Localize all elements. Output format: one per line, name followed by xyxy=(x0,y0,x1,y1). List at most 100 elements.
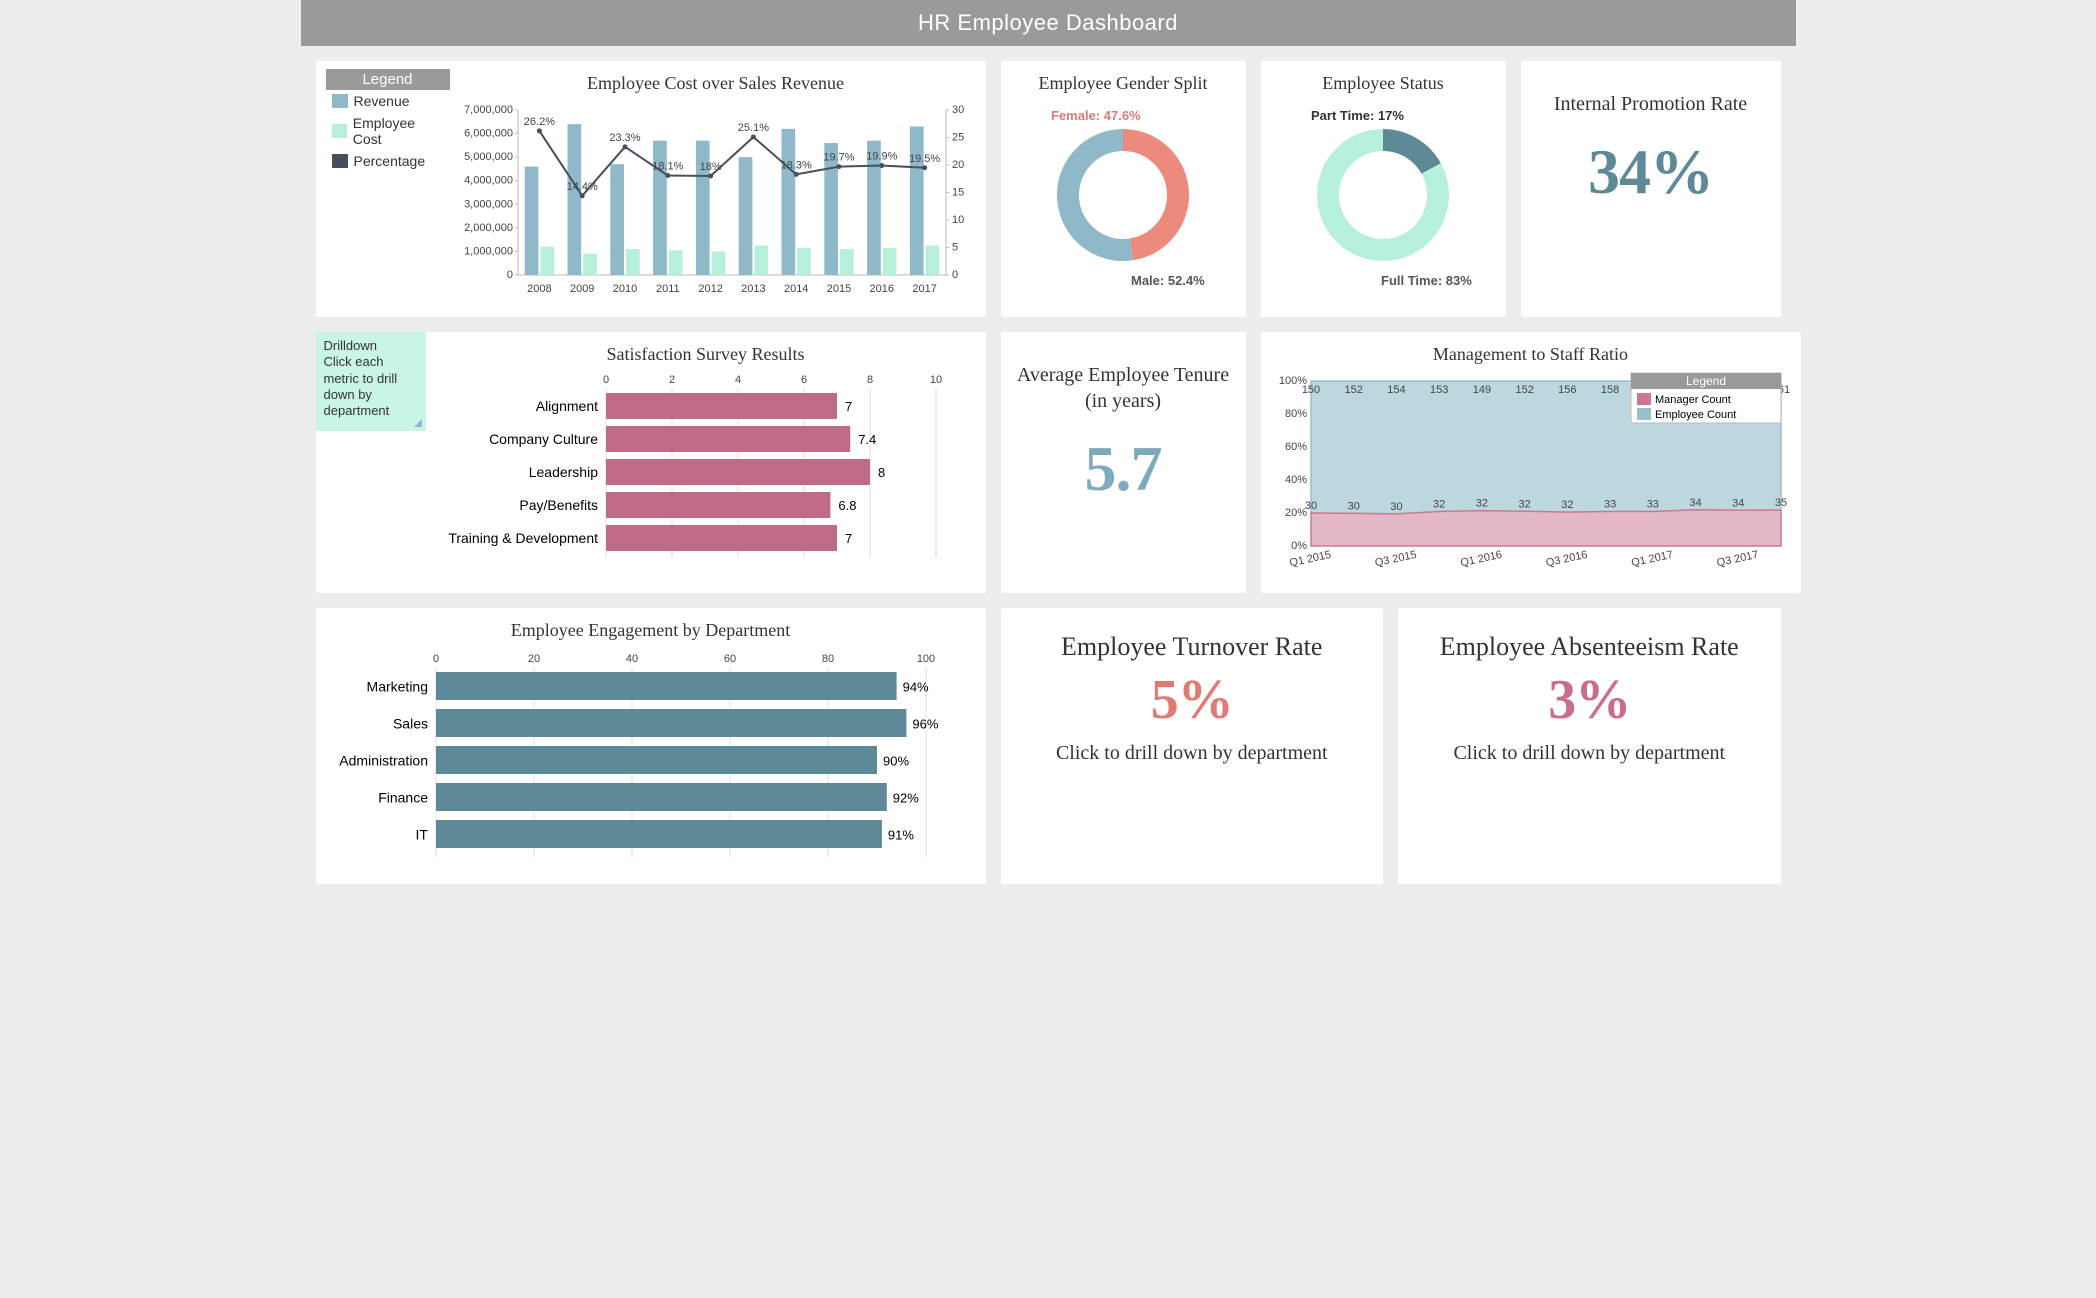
svg-text:Q1 2017: Q1 2017 xyxy=(1630,549,1674,570)
svg-text:6,000,000: 6,000,000 xyxy=(464,128,513,140)
svg-text:5,000,000: 5,000,000 xyxy=(464,151,513,163)
svg-text:Manager Count: Manager Count xyxy=(1655,394,1731,406)
drill-hint: Click to drill down by department xyxy=(1408,742,1771,765)
drill-body: Click each metric to drill down by depar… xyxy=(324,354,418,419)
svg-text:40%: 40% xyxy=(1284,474,1306,486)
card-tenure[interactable]: Average Employee Tenure (in years) 5.7 xyxy=(1001,332,1246,593)
svg-text:0: 0 xyxy=(506,269,512,281)
svg-text:20%: 20% xyxy=(1284,507,1306,519)
svg-text:4: 4 xyxy=(734,374,740,386)
svg-text:8: 8 xyxy=(878,465,885,480)
svg-text:2017: 2017 xyxy=(912,283,936,295)
svg-text:18.1%: 18.1% xyxy=(652,160,683,172)
svg-text:Female: 47.6%: Female: 47.6% xyxy=(1051,108,1141,123)
stat-value: 5.7 xyxy=(1011,432,1236,506)
svg-text:Alignment: Alignment xyxy=(535,398,597,414)
svg-text:34: 34 xyxy=(1689,497,1701,509)
chart-title: Employee Cost over Sales Revenue xyxy=(456,73,976,94)
svg-text:0: 0 xyxy=(952,269,958,281)
svg-text:6.8: 6.8 xyxy=(838,498,856,513)
svg-text:Company Culture: Company Culture xyxy=(489,431,598,447)
svg-text:96%: 96% xyxy=(912,717,938,732)
svg-text:19.7%: 19.7% xyxy=(823,152,854,164)
svg-text:60%: 60% xyxy=(1284,441,1306,453)
svg-text:2011: 2011 xyxy=(655,283,679,295)
svg-text:2009: 2009 xyxy=(569,283,593,295)
svg-text:2008: 2008 xyxy=(527,283,551,295)
svg-text:Q3 2015: Q3 2015 xyxy=(1373,549,1417,570)
svg-text:154: 154 xyxy=(1387,384,1405,396)
legend-title: Legend xyxy=(326,69,450,90)
svg-text:30: 30 xyxy=(1304,500,1316,512)
svg-text:3,000,000: 3,000,000 xyxy=(464,198,513,210)
svg-text:156: 156 xyxy=(1558,384,1576,396)
chart-satisfaction[interactable]: 0246810Alignment7Company Culture7.4Leade… xyxy=(436,371,976,571)
svg-text:25: 25 xyxy=(952,132,964,144)
svg-text:7,000,000: 7,000,000 xyxy=(464,104,513,116)
svg-text:2014: 2014 xyxy=(783,283,807,295)
card-turnover[interactable]: Employee Turnover Rate 5% Click to drill… xyxy=(1001,608,1384,884)
swatch-pct xyxy=(332,154,348,168)
card-promotion-rate[interactable]: Internal Promotion Rate 34% xyxy=(1521,61,1781,317)
svg-text:32: 32 xyxy=(1433,498,1445,510)
svg-text:2016: 2016 xyxy=(869,283,893,295)
svg-text:34: 34 xyxy=(1732,497,1744,509)
chart-engagement[interactable]: 020406080100Marketing94%Sales96%Administ… xyxy=(326,647,976,867)
svg-text:10: 10 xyxy=(952,214,964,226)
svg-text:100: 100 xyxy=(916,653,934,665)
svg-text:2012: 2012 xyxy=(698,283,722,295)
svg-text:30: 30 xyxy=(1347,500,1359,512)
svg-text:Q3 2016: Q3 2016 xyxy=(1544,549,1588,570)
swatch-cost xyxy=(332,124,347,138)
svg-text:23.3%: 23.3% xyxy=(609,132,640,144)
card-absenteeism[interactable]: Employee Absenteeism Rate 3% Click to dr… xyxy=(1398,608,1781,884)
svg-text:2013: 2013 xyxy=(741,283,765,295)
svg-text:32: 32 xyxy=(1561,499,1573,511)
svg-text:18.3%: 18.3% xyxy=(780,159,811,171)
svg-text:Male: 52.4%: Male: 52.4% xyxy=(1131,273,1205,288)
svg-text:8: 8 xyxy=(866,374,872,386)
svg-text:40: 40 xyxy=(625,653,637,665)
svg-text:30: 30 xyxy=(952,104,964,116)
svg-text:2015: 2015 xyxy=(826,283,850,295)
svg-text:5: 5 xyxy=(952,242,958,254)
svg-text:1,000,000: 1,000,000 xyxy=(464,245,513,257)
page-title: HR Employee Dashboard xyxy=(301,0,1796,46)
svg-text:19.5%: 19.5% xyxy=(908,153,939,165)
card-engagement: Employee Engagement by Department 020406… xyxy=(316,608,986,884)
legend-item: Revenue xyxy=(354,93,410,109)
chart-title: Employee Status xyxy=(1271,73,1496,94)
svg-text:149: 149 xyxy=(1472,384,1490,396)
svg-text:Full Time: 83%: Full Time: 83% xyxy=(1381,273,1472,288)
svg-text:25.1%: 25.1% xyxy=(737,122,768,134)
svg-text:7: 7 xyxy=(845,399,852,414)
svg-text:0: 0 xyxy=(432,653,438,665)
svg-text:Part Time: 17%: Part Time: 17% xyxy=(1311,108,1404,123)
svg-text:Pay/Benefits: Pay/Benefits xyxy=(519,497,598,513)
svg-text:Marketing: Marketing xyxy=(366,679,427,695)
svg-text:20: 20 xyxy=(527,653,539,665)
card-status: Employee Status Part Time: 17% Full Time:… xyxy=(1261,61,1506,317)
svg-text:92%: 92% xyxy=(892,791,918,806)
stat-sublabel: (in years) xyxy=(1011,388,1236,414)
svg-text:Training & Development: Training & Development xyxy=(448,530,598,546)
svg-text:18%: 18% xyxy=(699,161,721,173)
svg-text:20: 20 xyxy=(952,159,964,171)
chart-status[interactable]: Part Time: 17% Full Time: 83% xyxy=(1271,100,1496,290)
svg-text:0: 0 xyxy=(602,374,608,386)
svg-text:Q1 2016: Q1 2016 xyxy=(1459,549,1503,570)
svg-text:4,000,000: 4,000,000 xyxy=(464,175,513,187)
svg-text:30: 30 xyxy=(1390,501,1402,513)
svg-text:32: 32 xyxy=(1518,498,1530,510)
chart-gender[interactable]: Female: 47.6% Male: 52.4% xyxy=(1011,100,1236,290)
svg-text:33: 33 xyxy=(1603,499,1615,511)
chart-ratio[interactable]: 0%20%40%60%80%100%1501521541531491521561… xyxy=(1271,371,1791,576)
svg-text:2,000,000: 2,000,000 xyxy=(464,222,513,234)
swatch-revenue xyxy=(332,94,348,108)
svg-text:158: 158 xyxy=(1600,384,1618,396)
chart-title: Satisfaction Survey Results xyxy=(436,344,976,365)
drilldown-note: Drilldown Click each metric to drill dow… xyxy=(316,332,426,431)
chart-cost-revenue[interactable]: 0 1,000,000 2,000,000 3,000,000 4,000,000 5,0… xyxy=(456,100,976,300)
svg-text:91%: 91% xyxy=(887,828,913,843)
svg-text:19.9%: 19.9% xyxy=(866,151,897,163)
